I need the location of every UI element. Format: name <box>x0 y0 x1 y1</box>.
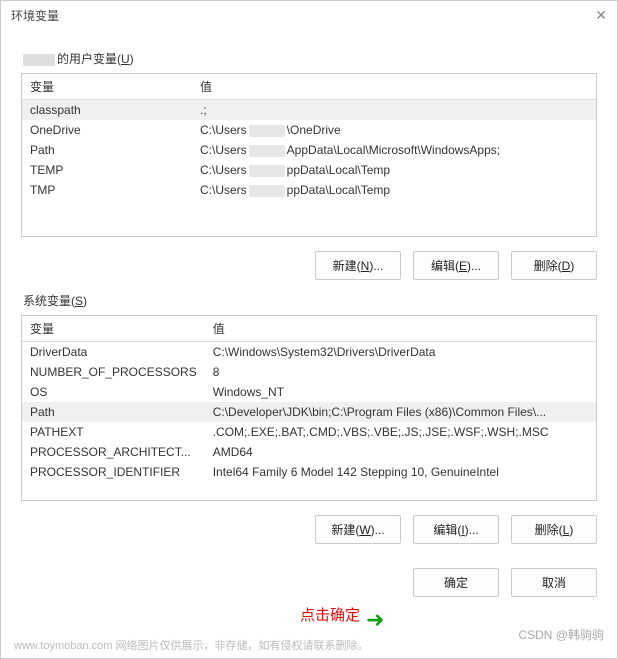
var-value: C:\UsersppData\Local\Temp <box>192 180 596 200</box>
table-row[interactable]: OSWindows_NT <box>22 382 596 402</box>
table-row[interactable]: TEMPC:\UsersppData\Local\Temp <box>22 160 596 180</box>
system-vars-table-box[interactable]: 变量 值 DriverDataC:\Windows\System32\Drive… <box>21 315 597 501</box>
sys-edit-button[interactable]: 编辑(I)... <box>413 515 499 544</box>
table-row[interactable]: OneDriveC:\Users\OneDrive <box>22 120 596 140</box>
system-btn-row: 新建(W)... 编辑(I)... 删除(L) <box>21 515 597 544</box>
table-row[interactable]: PROCESSOR_IDENTIFIERIntel64 Family 6 Mod… <box>22 462 596 482</box>
blur-icon <box>249 145 285 157</box>
window-title: 环境变量 <box>11 7 59 24</box>
var-name: TEMP <box>22 160 192 180</box>
user-col-value[interactable]: 值 <box>192 74 596 100</box>
watermark-right: CSDN @韩驹驹 <box>518 626 604 643</box>
table-row[interactable]: DriverDataC:\Windows\System32\Drivers\Dr… <box>22 342 596 363</box>
table-row[interactable]: classpath.; <box>22 100 596 121</box>
user-new-button[interactable]: 新建(N)... <box>315 251 401 280</box>
var-value: C:\UsersppData\Local\Temp <box>192 160 596 180</box>
table-row[interactable]: PathC:\UsersAppData\Local\Microsoft\Wind… <box>22 140 596 160</box>
var-name: OneDrive <box>22 120 192 140</box>
ok-button[interactable]: 确定 <box>413 568 499 597</box>
var-value: C:\Users\OneDrive <box>192 120 596 140</box>
var-name: Path <box>22 140 192 160</box>
var-name: classpath <box>22 100 192 121</box>
user-edit-button[interactable]: 编辑(E)... <box>413 251 499 280</box>
var-value: C:\Developer\JDK\bin;C:\Program Files (x… <box>205 402 596 422</box>
user-delete-button[interactable]: 删除(D) <box>511 251 597 280</box>
titlebar: 环境变量 ✕ <box>1 1 617 30</box>
table-row[interactable]: PROCESSOR_ARCHITECT...AMD64 <box>22 442 596 462</box>
cancel-button[interactable]: 取消 <box>511 568 597 597</box>
var-name: NUMBER_OF_PROCESSORS <box>22 362 205 382</box>
var-value: Windows_NT <box>205 382 596 402</box>
var-name: OS <box>22 382 205 402</box>
close-icon[interactable]: ✕ <box>595 7 607 24</box>
var-name: PROCESSOR_IDENTIFIER <box>22 462 205 482</box>
system-vars-label: 系统变量(S) <box>23 292 597 309</box>
dialog-btn-row: 确定 取消 <box>21 568 597 597</box>
blur-icon <box>249 125 285 137</box>
watermark-left: www.toymoban.com 网络图片仅供展示，非存储，如有侵权请联系删除。 <box>14 637 368 653</box>
var-value: C:\UsersAppData\Local\Microsoft\WindowsA… <box>192 140 596 160</box>
var-value: .; <box>192 100 596 121</box>
user-col-name[interactable]: 变量 <box>22 74 192 100</box>
var-name: DriverData <box>22 342 205 363</box>
var-value: Intel64 Family 6 Model 142 Stepping 10, … <box>205 462 596 482</box>
var-name: TMP <box>22 180 192 200</box>
sys-col-name[interactable]: 变量 <box>22 316 205 342</box>
var-value: .COM;.EXE;.BAT;.CMD;.VBS;.VBE;.JS;.JSE;.… <box>205 422 596 442</box>
user-vars-label: 的用户变量(U) <box>23 50 597 67</box>
system-vars-table: 变量 值 DriverDataC:\Windows\System32\Drive… <box>22 316 596 482</box>
var-value: 8 <box>205 362 596 382</box>
var-value: AMD64 <box>205 442 596 462</box>
table-row[interactable]: PATHEXT.COM;.EXE;.BAT;.CMD;.VBS;.VBE;.JS… <box>22 422 596 442</box>
blur-icon <box>249 165 285 177</box>
env-vars-dialog: 环境变量 ✕ 的用户变量(U) 变量 值 classpath.;OneDrive… <box>0 0 618 659</box>
username-blur <box>23 54 55 66</box>
var-name: PROCESSOR_ARCHITECT... <box>22 442 205 462</box>
table-row[interactable]: PathC:\Developer\JDK\bin;C:\Program File… <box>22 402 596 422</box>
var-name: Path <box>22 402 205 422</box>
sys-delete-button[interactable]: 删除(L) <box>511 515 597 544</box>
blur-icon <box>249 185 285 197</box>
var-value: C:\Windows\System32\Drivers\DriverData <box>205 342 596 363</box>
var-name: PATHEXT <box>22 422 205 442</box>
sys-new-button[interactable]: 新建(W)... <box>315 515 401 544</box>
table-row[interactable]: NUMBER_OF_PROCESSORS8 <box>22 362 596 382</box>
user-vars-table: 变量 值 classpath.;OneDriveC:\Users\OneDriv… <box>22 74 596 200</box>
user-vars-table-box[interactable]: 变量 值 classpath.;OneDriveC:\Users\OneDriv… <box>21 73 597 237</box>
user-btn-row: 新建(N)... 编辑(E)... 删除(D) <box>21 251 597 280</box>
table-row[interactable]: TMPC:\UsersppData\Local\Temp <box>22 180 596 200</box>
sys-col-value[interactable]: 值 <box>205 316 596 342</box>
